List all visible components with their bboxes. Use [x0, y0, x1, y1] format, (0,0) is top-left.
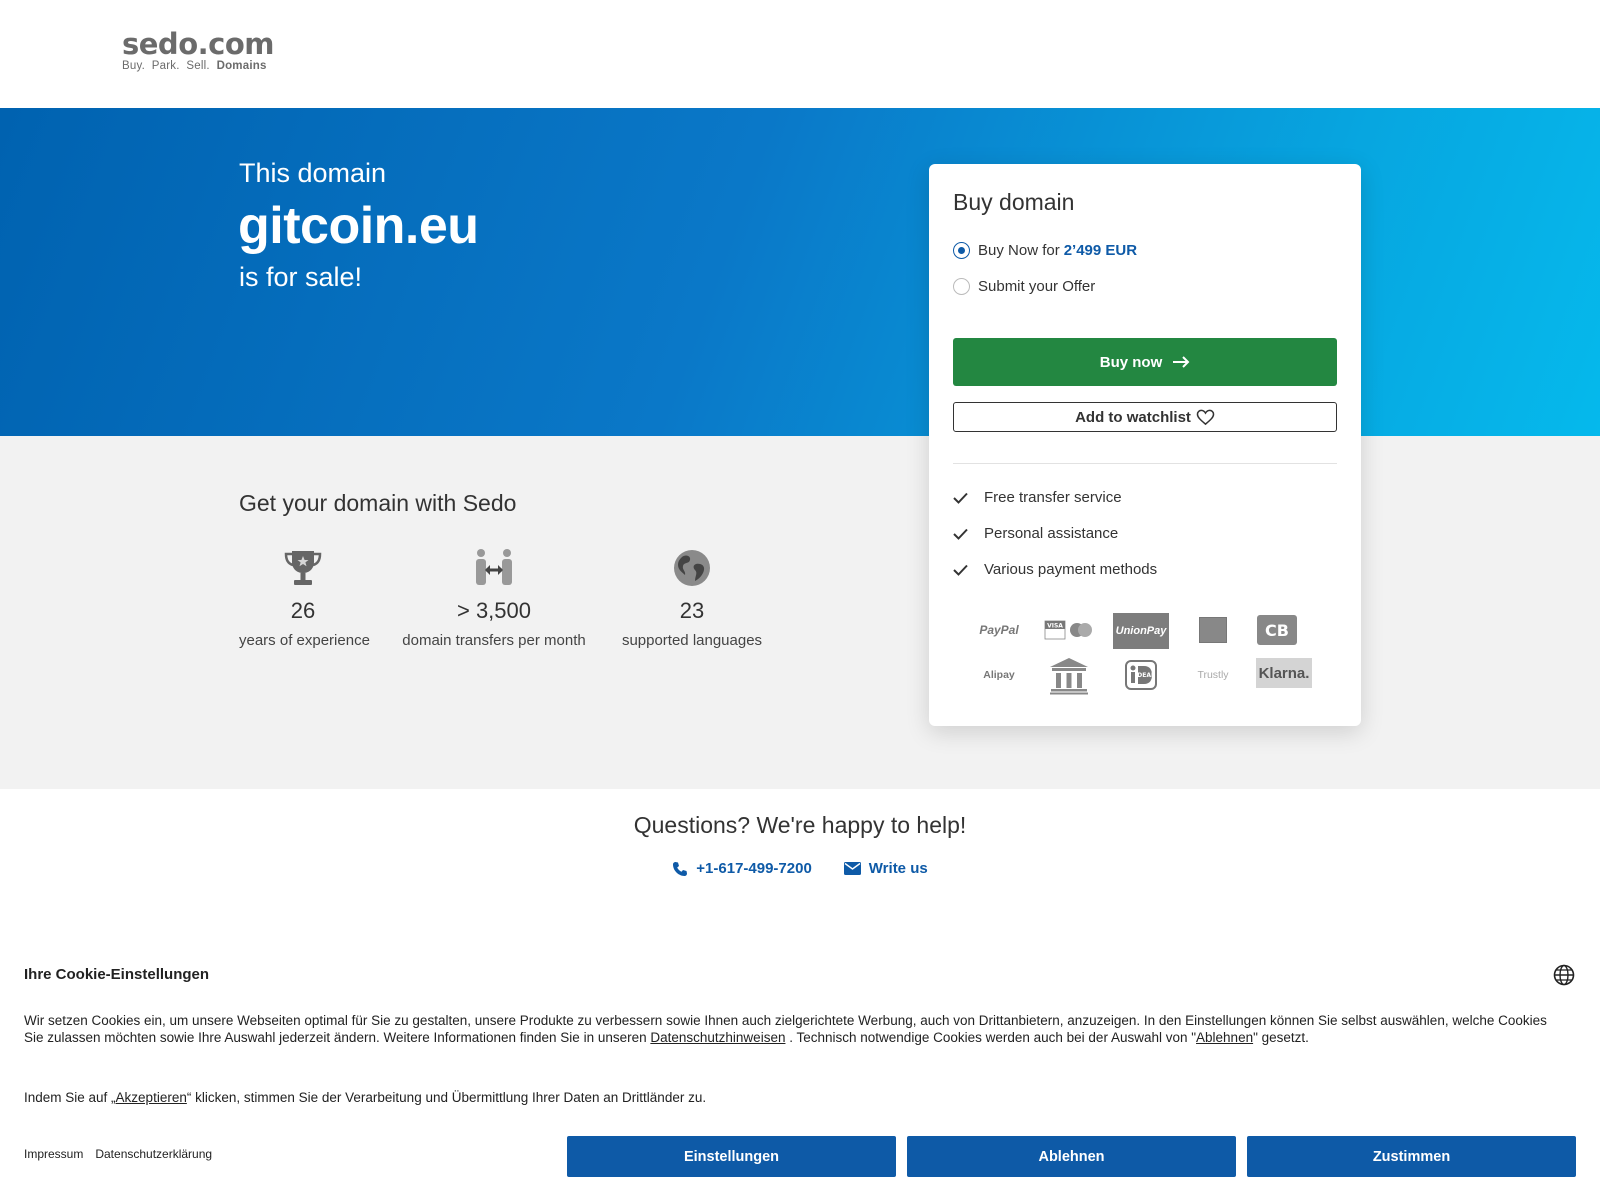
option-buy-now[interactable]: Buy Now for 2’499 EUR [953, 242, 1137, 259]
cookie-reject-button[interactable]: Ablehnen [907, 1136, 1236, 1177]
globe-icon [674, 550, 710, 586]
hero-domain-name: gitcoin.eu [238, 197, 479, 255]
stat-languages: 23 supported languages [620, 548, 764, 649]
help-contact-links: +1-617-499-7200 Write us [0, 860, 1600, 877]
phone-icon [673, 861, 688, 876]
check-icon [953, 564, 968, 576]
stat-label: domain transfers per month [402, 632, 586, 649]
radio-submit-offer[interactable] [953, 278, 970, 295]
amex-logo [1185, 613, 1241, 647]
trophy-icon [284, 551, 322, 585]
hero-posttitle: is for sale! [239, 262, 363, 292]
cookie-accept-button[interactable]: Zustimmen [1247, 1136, 1576, 1177]
hero-pretitle: This domain [239, 158, 387, 188]
site-header: sedo.com Buy. Park. Sell. Domains [0, 0, 1600, 108]
cookie-description: Wir setzen Cookies ein, um unsere Websei… [24, 1013, 1547, 1045]
impressum-link[interactable]: Impressum [24, 1147, 83, 1161]
paypal-logo: PayPal [979, 623, 1019, 637]
logo-wordmark: sedo.com [122, 27, 274, 61]
feature-item: Free transfer service [953, 489, 1122, 506]
buy-now-label: Buy now [1099, 353, 1163, 371]
transfer-people-icon [476, 549, 512, 585]
buy-price: 2’499 EUR [1063, 242, 1138, 259]
stat-transfers: > 3,500 domain transfers per month [401, 548, 587, 649]
ideal-logo: iDEAL [1113, 658, 1169, 692]
stat-label: supported languages [621, 632, 763, 649]
bank-transfer-icon [1041, 656, 1097, 696]
visa-mastercard-logo: VISA [1041, 613, 1097, 647]
buy-now-button[interactable]: Buy now [953, 338, 1337, 386]
stats-title: Get your domain with Sedo [239, 490, 517, 516]
watchlist-label: Add to watchlist [1075, 408, 1191, 426]
check-icon [953, 528, 968, 540]
cookie-footer-links: Impressum Datenschutzerklärung [24, 1147, 212, 1161]
language-globe-icon[interactable] [1553, 964, 1575, 986]
buy-domain-card: Buy domain Buy Now for 2’499 EUR Submit … [929, 164, 1361, 726]
radio-buy-now[interactable] [953, 242, 970, 259]
unionpay-logo: UnionPay [1113, 613, 1169, 649]
reject-inline-link[interactable]: Ablehnen [1196, 1030, 1253, 1045]
stat-value: 26 [290, 598, 316, 623]
cb-logo: CB [1255, 613, 1299, 647]
stat-experience: 26 years of experience [239, 548, 370, 649]
write-us-link[interactable]: Write us [843, 860, 928, 877]
heart-icon [1196, 409, 1215, 425]
privacy-notice-link[interactable]: Datenschutzhinweisen [650, 1030, 785, 1045]
cookie-consent-note: Indem Sie auf „Akzeptieren“ klicken, sti… [24, 1090, 707, 1105]
feature-item: Various payment methods [953, 561, 1157, 578]
cookie-title: Ihre Cookie-Einstellungen [24, 966, 210, 983]
svg-text:iDEAL: iDEAL [1135, 672, 1155, 679]
add-to-watchlist-button[interactable]: Add to watchlist [953, 402, 1337, 432]
card-title: Buy domain [953, 189, 1075, 215]
stat-label: years of experience [239, 632, 370, 649]
accept-inline-link[interactable]: Akzeptieren [116, 1090, 187, 1105]
klarna-logo: Klarna. [1255, 656, 1313, 690]
option-buy-label: Buy Now for [978, 242, 1060, 259]
help-title: Questions? We're happy to help! [633, 812, 967, 838]
stat-value: 23 [679, 598, 705, 623]
check-icon [953, 492, 968, 504]
trustly-logo: Trustly [1197, 669, 1229, 681]
datenschutz-link[interactable]: Datenschutzerklärung [95, 1147, 212, 1161]
option-submit-offer[interactable]: Submit your Offer [953, 278, 1095, 295]
svg-text:VISA: VISA [1047, 623, 1063, 630]
sedo-logo[interactable]: sedo.com Buy. Park. Sell. Domains [122, 27, 274, 73]
feature-item: Personal assistance [953, 525, 1118, 542]
phone-link[interactable]: +1-617-499-7200 [672, 860, 812, 877]
logo-tagline: Buy. Park. Sell. Domains [122, 60, 267, 72]
stat-value: > 3,500 [456, 598, 531, 623]
svg-text:CB: CB [1265, 621, 1289, 640]
envelope-icon [843, 862, 861, 875]
cookie-settings-button[interactable]: Einstellungen [567, 1136, 896, 1177]
option-offer-label: Submit your Offer [978, 278, 1096, 295]
arrow-right-icon [1173, 356, 1190, 368]
alipay-logo: Alipay [983, 669, 1015, 681]
cookie-banner: Ihre Cookie-Einstellungen Wir setzen Coo… [0, 940, 1600, 1200]
card-divider [953, 463, 1337, 464]
